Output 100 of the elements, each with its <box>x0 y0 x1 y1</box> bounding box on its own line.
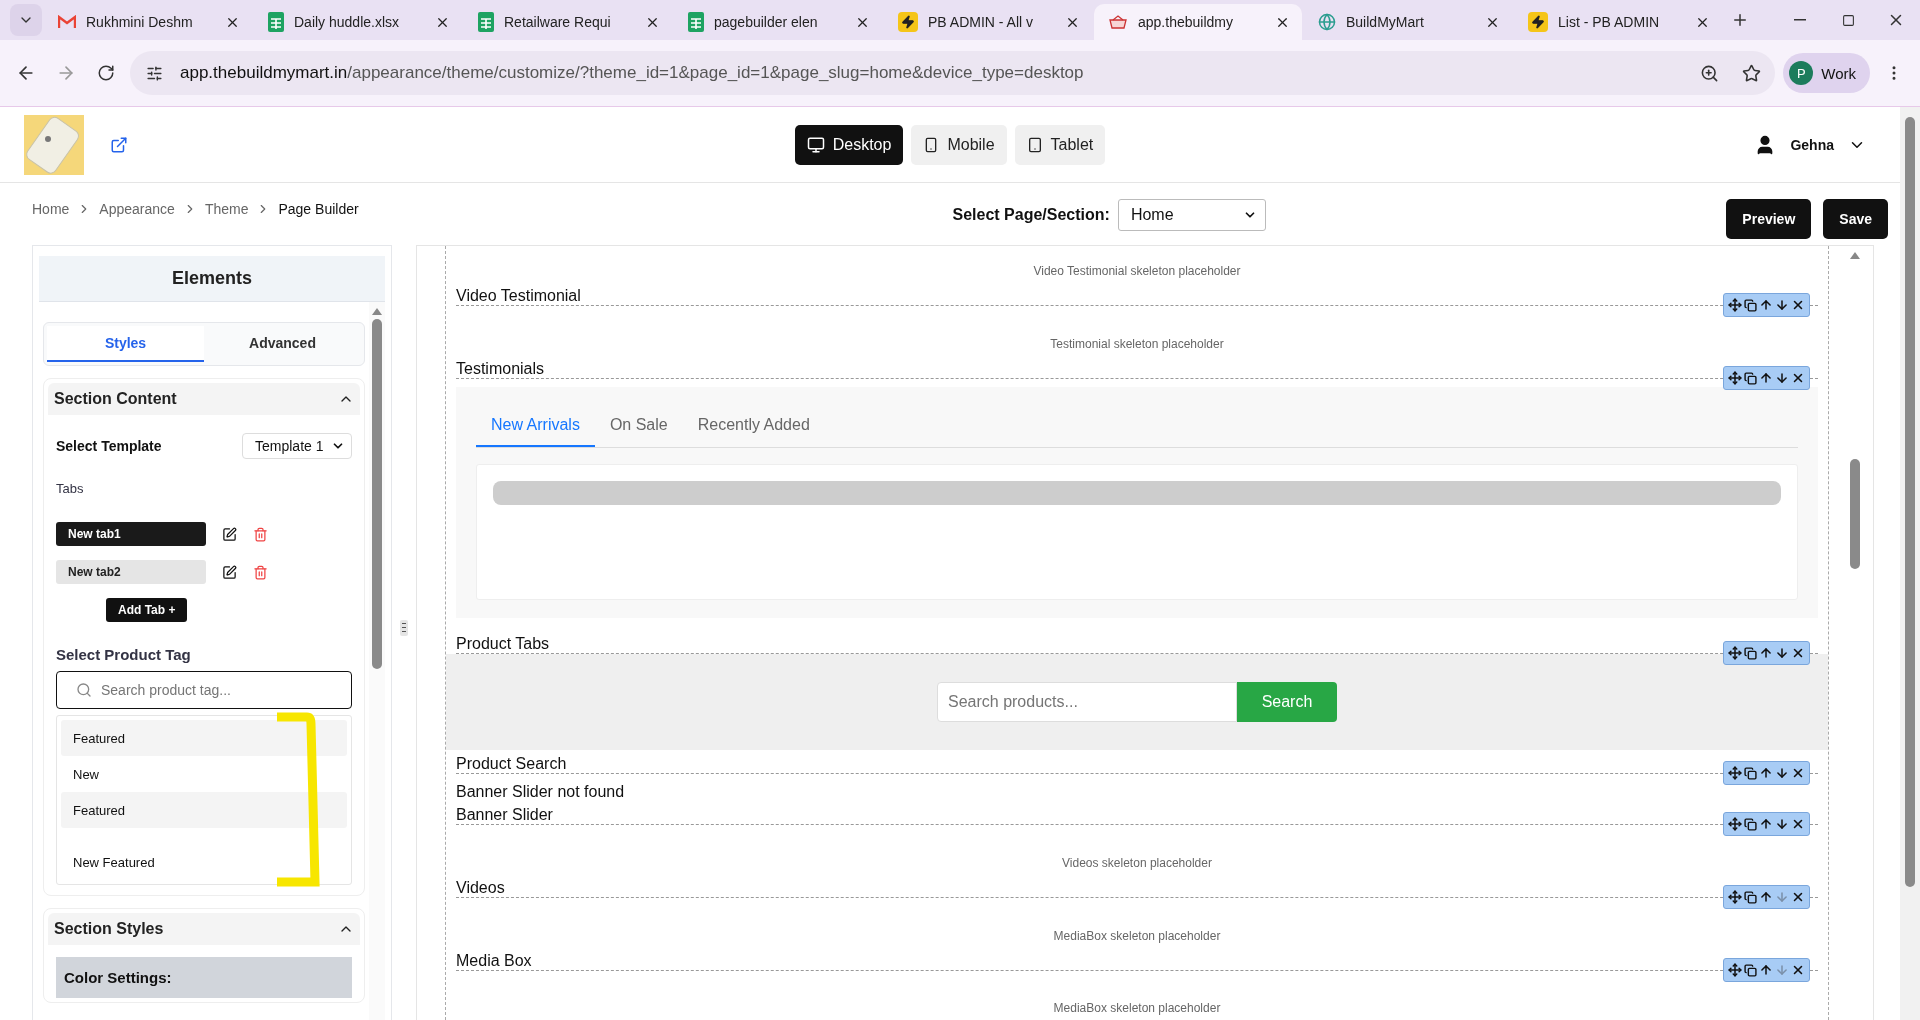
move-icon[interactable] <box>1728 890 1742 904</box>
copy-icon[interactable] <box>1744 646 1757 660</box>
product-tab[interactable]: Recently Added <box>682 405 825 447</box>
action-button[interactable]: Save <box>1823 199 1888 239</box>
tag-option[interactable]: New Featured <box>61 844 347 880</box>
trash-icon[interactable] <box>253 526 268 542</box>
browser-tab[interactable]: List - PB ADMIN <box>1514 4 1722 40</box>
close-icon[interactable] <box>1791 890 1805 904</box>
close-icon[interactable] <box>1791 766 1805 780</box>
breadcrumb-link[interactable]: Page Builder <box>278 201 359 217</box>
move-icon[interactable] <box>1728 766 1742 780</box>
device-button[interactable]: Mobile <box>911 124 1007 165</box>
add-tab-button[interactable]: Add Tab + <box>106 598 188 622</box>
copy-icon[interactable] <box>1744 371 1757 385</box>
tag-option[interactable]: Featured <box>61 792 347 828</box>
url-text[interactable]: app.thebuildmymart.in/appearance/theme/customize/?theme_id=1&page_id=1&page_slug=home&device_type=desktop <box>180 63 1684 83</box>
close-icon[interactable] <box>1791 371 1805 385</box>
zoom-icon[interactable] <box>1699 63 1719 83</box>
panel-tab[interactable]: Styles <box>47 326 204 362</box>
site-info-icon[interactable] <box>145 64 163 82</box>
template-select[interactable]: Template 1 <box>242 433 352 459</box>
arrow-down-icon[interactable] <box>1775 817 1789 831</box>
edit-icon[interactable] <box>222 526 237 542</box>
device-button[interactable]: Desktop <box>794 124 904 165</box>
reload-icon[interactable] <box>97 64 115 82</box>
close-icon[interactable] <box>1791 817 1805 831</box>
tab-search-button[interactable] <box>10 4 42 36</box>
bolt-icon <box>1528 12 1548 32</box>
arrow-down-icon[interactable] <box>1775 298 1789 312</box>
arrow-up-icon[interactable] <box>1759 890 1773 904</box>
tab-chip[interactable]: New tab2 <box>56 560 206 584</box>
copy-icon[interactable] <box>1744 890 1757 904</box>
move-icon[interactable] <box>1728 817 1742 831</box>
scrollbar-thumb[interactable] <box>372 319 382 669</box>
trash-icon[interactable] <box>253 564 268 580</box>
copy-icon[interactable] <box>1744 298 1757 312</box>
skeleton-placeholder-text: Videos skeleton placeholder <box>1062 856 1212 870</box>
field-label: Select Product Tag <box>56 646 192 663</box>
copy-icon[interactable] <box>1744 817 1757 831</box>
arrow-down-icon[interactable] <box>1775 646 1789 660</box>
browser-tab[interactable]: pagebuilder elen <box>674 4 882 40</box>
arrow-up-icon[interactable] <box>1759 298 1773 312</box>
product-tab[interactable]: On Sale <box>594 405 683 447</box>
scroll-up-icon[interactable] <box>1850 252 1860 259</box>
browser-tab[interactable]: Rukhmini Deshm <box>44 4 252 40</box>
accordion-header[interactable]: Section Content <box>48 383 360 415</box>
bookmark-star-icon[interactable] <box>1741 63 1761 83</box>
panel-title: Elements <box>39 256 385 302</box>
browser-tab[interactable]: BuildMyMart <box>1304 4 1512 40</box>
address-bar[interactable]: app.thebuildmymart.in/appearance/theme/customize/?theme_id=1&page_id=1&page_slug=home&device_type=desktop <box>130 51 1776 95</box>
skeleton-placeholder-text: MediaBox skeleton placeholder <box>1053 929 1221 943</box>
close-icon[interactable] <box>1791 646 1805 660</box>
browser-tab[interactable]: PB ADMIN - All v <box>884 4 1092 40</box>
arrow-up-icon[interactable] <box>1759 817 1773 831</box>
panel-tab[interactable]: Advanced <box>204 326 361 362</box>
scroll-up-icon[interactable] <box>372 308 382 315</box>
scrollbar-thumb[interactable] <box>1850 459 1860 569</box>
external-link-icon[interactable] <box>110 135 128 154</box>
field-label: Tabs <box>56 481 85 496</box>
move-icon[interactable] <box>1728 963 1742 977</box>
profile-button[interactable]: P Work <box>1783 53 1870 93</box>
move-icon[interactable] <box>1728 646 1742 660</box>
product-tab[interactable]: New Arrivals <box>476 405 595 447</box>
arrow-down-icon[interactable] <box>1775 371 1789 385</box>
copy-icon[interactable] <box>1744 963 1757 977</box>
breadcrumb-link[interactable]: Appearance <box>99 201 175 217</box>
globe-icon <box>1318 13 1336 31</box>
section-label: Video Testimonial <box>456 286 582 305</box>
browser-tab[interactable]: app.thebuildmy <box>1094 4 1302 40</box>
device-button[interactable]: Tablet <box>1014 124 1106 165</box>
arrow-up-icon[interactable] <box>1759 646 1773 660</box>
arrow-up-icon[interactable] <box>1759 766 1773 780</box>
close-icon[interactable] <box>1791 298 1805 312</box>
skeleton-placeholder-text: Testimonial skeleton placeholder <box>1050 337 1224 351</box>
scrollbar-thumb[interactable] <box>1905 117 1915 887</box>
action-button[interactable]: Preview <box>1726 199 1812 239</box>
copy-icon[interactable] <box>1744 766 1757 780</box>
monitor-icon <box>806 135 825 154</box>
browser-tab[interactable]: Daily huddle.xlsx <box>254 4 462 40</box>
move-icon[interactable] <box>1728 298 1742 312</box>
arrow-down-icon[interactable] <box>1775 766 1789 780</box>
close-icon[interactable] <box>1791 963 1805 977</box>
user-name[interactable]: Gehna <box>1790 136 1834 153</box>
arrow-up-icon[interactable] <box>1759 963 1773 977</box>
search-field[interactable]: Search product tag... <box>56 671 352 709</box>
spreadsheet-icon <box>688 12 704 32</box>
page-select[interactable]: Home <box>1117 199 1266 231</box>
browser-tab[interactable]: Retailware Requi <box>464 4 672 40</box>
tag-option[interactable]: Featured <box>61 720 347 756</box>
breadcrumb-link[interactable]: Home <box>32 201 70 217</box>
breadcrumb-link[interactable]: Theme <box>204 201 249 217</box>
tab-chip[interactable]: New tab1 <box>56 522 206 546</box>
edit-icon[interactable] <box>222 564 237 580</box>
bolt-icon <box>898 12 918 32</box>
accordion-header[interactable]: Section Styles <box>48 913 360 945</box>
tag-option[interactable]: New <box>61 756 347 792</box>
move-icon[interactable] <box>1728 371 1742 385</box>
resize-handle[interactable] <box>400 619 408 636</box>
profile-avatar: P <box>1789 61 1814 85</box>
arrow-up-icon[interactable] <box>1759 371 1773 385</box>
